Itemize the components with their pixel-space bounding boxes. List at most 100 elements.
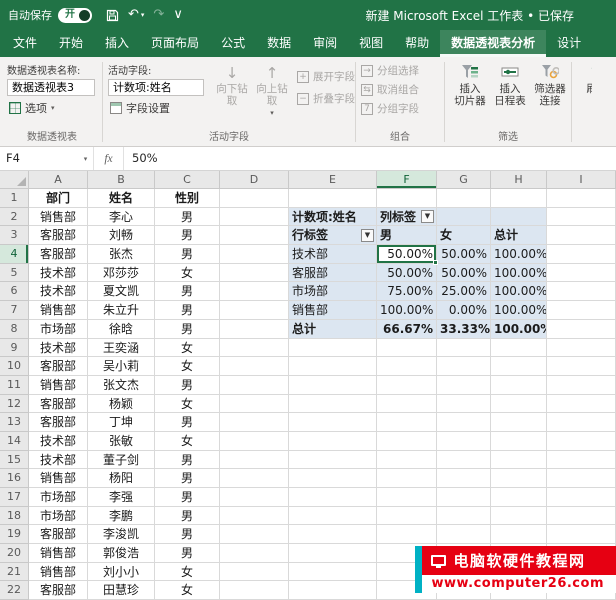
row-header-17[interactable]: 17 (0, 488, 29, 507)
cell-f10[interactable] (377, 357, 437, 376)
cell-h9[interactable] (491, 339, 547, 358)
row-header-4[interactable]: 4 (0, 245, 29, 264)
cell-i11[interactable] (547, 376, 616, 395)
cell-a16[interactable]: 销售部 (29, 469, 88, 488)
tab-view[interactable]: 视图 (348, 30, 394, 57)
cell-c4[interactable]: 男 (155, 245, 220, 264)
cell-e20[interactable] (289, 544, 377, 563)
cell-e3[interactable]: 行标签▼ (289, 226, 377, 245)
cell-f2[interactable]: 列标签▼ (377, 208, 437, 227)
cell-g7[interactable]: 0.00% (437, 301, 491, 320)
cell-e2[interactable]: 计数项:姓名 (289, 208, 377, 227)
cell-g1[interactable] (437, 189, 491, 208)
cell-d3[interactable] (220, 226, 289, 245)
cell-e10[interactable] (289, 357, 377, 376)
cell-i1[interactable] (547, 189, 616, 208)
insert-slicer-button[interactable]: 插入 切片器 (450, 61, 490, 131)
cell-h8[interactable]: 100.00% (491, 320, 547, 339)
cell-d5[interactable] (220, 264, 289, 283)
options-button[interactable]: 选项 ▾ (7, 99, 97, 117)
cell-a8[interactable]: 市场部 (29, 320, 88, 339)
cell-h5[interactable]: 100.00% (491, 264, 547, 283)
cell-f1[interactable] (377, 189, 437, 208)
column-header-g[interactable]: G (437, 171, 491, 189)
cell-d1[interactable] (220, 189, 289, 208)
row-header-16[interactable]: 16 (0, 469, 29, 488)
row-header-6[interactable]: 6 (0, 282, 29, 301)
cell-i2[interactable] (547, 208, 616, 227)
cell-i8[interactable] (547, 320, 616, 339)
name-box-caret-icon[interactable]: ▾ (78, 147, 94, 170)
row-header-13[interactable]: 13 (0, 413, 29, 432)
cell-g19[interactable] (437, 525, 491, 544)
row-header-8[interactable]: 8 (0, 320, 29, 339)
cell-a12[interactable]: 客服部 (29, 395, 88, 414)
cell-c11[interactable]: 男 (155, 376, 220, 395)
tab-design[interactable]: 设计 (546, 30, 592, 57)
cell-d6[interactable] (220, 282, 289, 301)
cell-g2[interactable] (437, 208, 491, 227)
row-header-10[interactable]: 10 (0, 357, 29, 376)
cell-i16[interactable] (547, 469, 616, 488)
cell-g13[interactable] (437, 413, 491, 432)
cell-a14[interactable]: 技术部 (29, 432, 88, 451)
cell-f16[interactable] (377, 469, 437, 488)
cell-d9[interactable] (220, 339, 289, 358)
fill-handle[interactable] (433, 260, 438, 265)
cell-b8[interactable]: 徐晗 (88, 320, 155, 339)
cell-i14[interactable] (547, 432, 616, 451)
cell-d21[interactable] (220, 563, 289, 582)
cell-d16[interactable] (220, 469, 289, 488)
column-header-i[interactable]: I (547, 171, 616, 189)
column-header-b[interactable]: B (88, 171, 155, 189)
tab-file[interactable]: 文件 (2, 30, 48, 57)
cell-c17[interactable]: 男 (155, 488, 220, 507)
cell-c7[interactable]: 男 (155, 301, 220, 320)
cell-h4[interactable]: 100.00% (491, 245, 547, 264)
tab-help[interactable]: 帮助 (394, 30, 440, 57)
cell-b11[interactable]: 张文杰 (88, 376, 155, 395)
tab-formulas[interactable]: 公式 (210, 30, 256, 57)
cell-c9[interactable]: 女 (155, 339, 220, 358)
cell-h6[interactable]: 100.00% (491, 282, 547, 301)
cell-b1[interactable]: 姓名 (88, 189, 155, 208)
row-header-15[interactable]: 15 (0, 451, 29, 470)
cell-d11[interactable] (220, 376, 289, 395)
undo-icon[interactable]: ↶▾ (128, 0, 144, 30)
cell-e22[interactable] (289, 581, 377, 600)
cell-c21[interactable]: 女 (155, 563, 220, 582)
cell-b17[interactable]: 李强 (88, 488, 155, 507)
cell-g12[interactable] (437, 395, 491, 414)
tab-pivottable-analyze[interactable]: 数据透视表分析 (440, 30, 546, 57)
drill-down-button[interactable]: ↓ 向下钻 取 (212, 61, 252, 131)
row-header-12[interactable]: 12 (0, 395, 29, 414)
cell-b14[interactable]: 张敏 (88, 432, 155, 451)
cell-a2[interactable]: 销售部 (29, 208, 88, 227)
cell-d8[interactable] (220, 320, 289, 339)
cell-h18[interactable] (491, 507, 547, 526)
cell-c13[interactable]: 男 (155, 413, 220, 432)
row-header-11[interactable]: 11 (0, 376, 29, 395)
cell-e21[interactable] (289, 563, 377, 582)
cell-d4[interactable] (220, 245, 289, 264)
cell-h3[interactable]: 总计 (491, 226, 547, 245)
cell-i12[interactable] (547, 395, 616, 414)
cell-e12[interactable] (289, 395, 377, 414)
cell-c22[interactable]: 女 (155, 581, 220, 600)
cell-c5[interactable]: 女 (155, 264, 220, 283)
cell-b16[interactable]: 杨阳 (88, 469, 155, 488)
cell-f4[interactable]: 50.00% (377, 245, 437, 264)
cell-d14[interactable] (220, 432, 289, 451)
row-header-2[interactable]: 2 (0, 208, 29, 227)
cell-h2[interactable] (491, 208, 547, 227)
cell-c14[interactable]: 女 (155, 432, 220, 451)
cell-a18[interactable]: 市场部 (29, 507, 88, 526)
tab-review[interactable]: 审阅 (302, 30, 348, 57)
cell-g17[interactable] (437, 488, 491, 507)
cell-h7[interactable]: 100.00% (491, 301, 547, 320)
tab-page-layout[interactable]: 页面布局 (140, 30, 210, 57)
cell-c15[interactable]: 男 (155, 451, 220, 470)
cell-i3[interactable] (547, 226, 616, 245)
cell-g4[interactable]: 50.00% (437, 245, 491, 264)
row-header-20[interactable]: 20 (0, 544, 29, 563)
